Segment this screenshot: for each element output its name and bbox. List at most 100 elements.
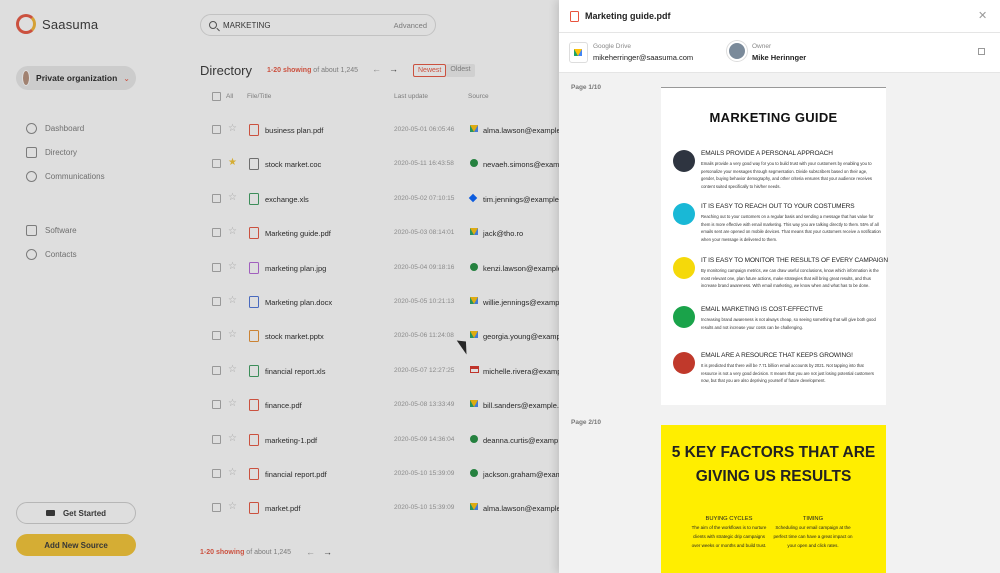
- star-icon[interactable]: ☆: [228, 124, 237, 134]
- star-icon[interactable]: ★: [228, 158, 237, 168]
- section-body: It is predicted that there will be 7.71 …: [701, 363, 874, 384]
- row-checkbox[interactable]: [212, 125, 221, 134]
- hangout-icon: [470, 468, 478, 477]
- table-row[interactable]: ☆ financial report.pdf 2020-05-10 15:39:09…: [212, 458, 560, 492]
- add-source-button[interactable]: Add New Source: [16, 534, 136, 556]
- pdf-section: EMAIL ARE A RESOURCE THAT KEEPS GROWING!…: [673, 352, 879, 404]
- file-name[interactable]: marketing plan.jpg: [265, 264, 326, 273]
- file-name[interactable]: marketing-1.pdf: [265, 436, 317, 445]
- table-row[interactable]: ☆ finance.pdf 2020-05-08 13:33:49 bill.sand…: [212, 389, 560, 423]
- file-date: 2020-05-01 06:05:46: [394, 126, 455, 133]
- row-checkbox[interactable]: [212, 365, 221, 375]
- table-row[interactable]: ☆ stock market.pptx 2020-05-06 11:24:08 geo…: [212, 320, 560, 354]
- owner-avatar: [727, 41, 747, 61]
- table-row[interactable]: ☆ exchange.xls 2020-05-02 07:10:15 tim.jenn…: [212, 183, 560, 217]
- star-icon[interactable]: ☆: [228, 467, 237, 478]
- search-input[interactable]: MARKETING: [223, 21, 388, 30]
- sidebar-item-communications[interactable]: Communications: [26, 164, 105, 188]
- file-date: 2020-05-04 09:18:16: [394, 263, 455, 271]
- select-all-checkbox[interactable]: [212, 92, 221, 101]
- pdf-page-1: MARKETING GUIDE EMAILS PROVIDE A PERSONA…: [661, 87, 888, 405]
- factor-body: The aim of the workflows is to nurture c…: [691, 525, 767, 548]
- row-checkbox[interactable]: [212, 262, 221, 272]
- sidebar-item-label: Contacts: [45, 249, 77, 259]
- results-count: 1-20 showing of about 1,245: [267, 67, 359, 74]
- row-checkbox[interactable]: [212, 228, 221, 238]
- row-checkbox[interactable]: [212, 296, 221, 306]
- table-row[interactable]: ☆ Marketing plan.docx 2020-05-05 10:21:13 w…: [212, 286, 560, 320]
- get-started-button[interactable]: Get Started: [16, 502, 136, 524]
- sort-oldest-button[interactable]: Oldest: [446, 64, 475, 77]
- star-icon[interactable]: ☆: [228, 502, 237, 512]
- star-icon[interactable]: ☆: [228, 295, 237, 306]
- sidebar-item-contacts[interactable]: Contacts: [26, 242, 77, 266]
- table-row[interactable]: ☆ marketing plan.jpg 2020-05-04 09:18:16 ke…: [212, 252, 560, 286]
- sidebar-item-directory[interactable]: Directory: [26, 140, 105, 164]
- file-meta: Google Drive mikeherringer@saasuma.com O…: [559, 33, 1000, 73]
- section-body: Emails provide a very good way for you t…: [701, 161, 873, 189]
- table-row[interactable]: ☆ market.pdf 2020-05-10 15:39:09 alma.lawso…: [212, 492, 560, 526]
- file-icon: [249, 330, 259, 343]
- org-label: Private organization: [36, 73, 118, 83]
- close-icon[interactable]: ✕: [978, 9, 987, 22]
- pdf-file-icon: [570, 11, 579, 22]
- row-checkbox[interactable]: [212, 434, 221, 444]
- file-name[interactable]: financial report.pdf: [265, 470, 327, 479]
- file-name[interactable]: financial report.xls: [265, 367, 325, 376]
- org-switcher[interactable]: Private organization ⌄: [16, 66, 136, 90]
- star-icon[interactable]: ☆: [228, 433, 237, 444]
- search-bar[interactable]: MARKETING Advanced: [200, 14, 436, 36]
- search-icon: [209, 21, 217, 29]
- owner-name: Mike Herinnger: [752, 53, 807, 62]
- row-checkbox[interactable]: [212, 331, 221, 341]
- file-name[interactable]: business plan.pdf: [265, 126, 323, 135]
- prev-page-icon[interactable]: ←: [306, 547, 315, 557]
- row-checkbox[interactable]: [212, 503, 221, 513]
- star-icon[interactable]: ☆: [228, 192, 237, 203]
- file-name[interactable]: finance.pdf: [265, 401, 302, 410]
- file-name[interactable]: exchange.xls: [265, 195, 309, 204]
- star-icon[interactable]: ☆: [228, 227, 237, 237]
- sidebar-item-label: Communications: [45, 171, 105, 181]
- file-name[interactable]: Marketing plan.docx: [265, 298, 332, 307]
- section-body: By monitoring campaign metrics, we can d…: [701, 268, 879, 289]
- footer-results-count: 1-20 showing of about 1,245: [200, 549, 292, 556]
- owner-email: kenzi.lawson@example: [483, 263, 560, 273]
- table-row[interactable]: ☆ marketing-1.pdf 2020-05-09 14:36:04 deann…: [212, 424, 560, 458]
- table-row[interactable]: ☆ Marketing guide.pdf 2020-05-03 08:14:01 j…: [212, 217, 560, 251]
- sidebar-item-software[interactable]: Software: [26, 218, 77, 242]
- next-page-icon[interactable]: →: [323, 547, 332, 557]
- factor-title: TIMING: [802, 516, 824, 522]
- logo-text: Saasuma: [42, 16, 99, 32]
- file-name[interactable]: Marketing guide.pdf: [265, 229, 331, 238]
- table-row[interactable]: ☆ business plan.pdf 2020-05-01 06:05:46 alm…: [212, 114, 560, 148]
- file-name[interactable]: market.pdf: [265, 504, 300, 513]
- prev-page-icon[interactable]: ←: [372, 64, 381, 74]
- star-icon[interactable]: ☆: [228, 364, 237, 375]
- file-manager-app: Saasuma Private organization ⌄ Dashboard…: [0, 0, 560, 573]
- row-checkbox[interactable]: [212, 193, 221, 203]
- table-row[interactable]: ☆ financial report.xls 2020-05-07 12:27:25…: [212, 355, 560, 389]
- nav-secondary: Software Contacts: [26, 218, 77, 266]
- file-name[interactable]: stock market.pptx: [265, 332, 324, 341]
- star-icon[interactable]: ☆: [228, 261, 237, 272]
- logo[interactable]: Saasuma: [16, 14, 98, 34]
- row-checkbox[interactable]: [212, 400, 221, 410]
- advanced-search-link[interactable]: Advanced: [394, 21, 427, 30]
- star-icon[interactable]: ☆: [228, 399, 237, 409]
- row-checkbox[interactable]: [212, 468, 221, 478]
- next-page-icon[interactable]: →: [389, 64, 398, 74]
- sidebar-item-dashboard[interactable]: Dashboard: [26, 116, 105, 140]
- gmail-icon: [470, 365, 479, 373]
- video-camera-icon: [45, 510, 55, 516]
- owner-email: michelle.rivera@examp: [483, 366, 560, 376]
- pdf-section: EMAILS PROVIDE A PERSONAL APPROACH Emails…: [673, 150, 879, 202]
- external-link-icon[interactable]: [978, 48, 985, 55]
- row-checkbox[interactable]: [212, 159, 221, 169]
- sort-newest-button[interactable]: Newest: [413, 64, 447, 77]
- owner-email: nevaeh.simons@examp: [483, 160, 560, 170]
- file-name[interactable]: stock market.coc: [265, 160, 321, 169]
- star-icon[interactable]: ☆: [228, 330, 237, 340]
- table-row[interactable]: ★ stock market.coc 2020-05-11 16:43:58 neva…: [212, 148, 560, 182]
- file-icon: [249, 227, 259, 240]
